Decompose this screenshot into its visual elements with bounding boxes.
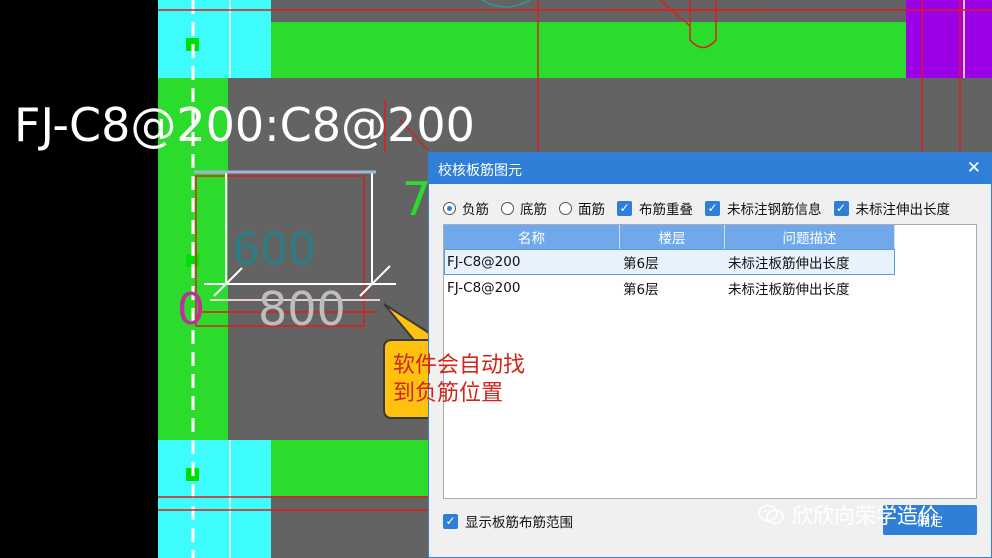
- table-row[interactable]: FJ-C8@200 第6层 未标注板筋伸出长度: [444, 275, 895, 301]
- checkbox-checked[interactable]: ✓: [833, 200, 849, 216]
- watermark-text: 欣欣向荣学造价: [792, 504, 939, 528]
- checkbox-label: 显示板筋布筋范围: [465, 515, 573, 531]
- table-row[interactable]: FJ-C8@200 第6层 未标注板筋伸出长度: [444, 249, 895, 275]
- cad-dim-600: 600: [232, 224, 316, 275]
- wechat-icon: [758, 504, 784, 525]
- callout-text: 软件会自动找 到负筋位置: [393, 352, 525, 408]
- radio-negative-rebar[interactable]: 负筋: [443, 198, 489, 218]
- checkbox-show-range[interactable]: ✓ 显示板筋布筋范围: [443, 511, 573, 531]
- checkbox-no-rebar-info[interactable]: ✓ 未标注钢筋信息: [705, 198, 822, 218]
- cad-dim-0: 0: [177, 284, 205, 335]
- cell-name: FJ-C8@200: [447, 280, 521, 296]
- column-header-issue[interactable]: 问题描述: [725, 225, 895, 249]
- dialog-title: 校核板筋图元: [438, 163, 522, 179]
- column-header-floor[interactable]: 楼层: [620, 225, 725, 249]
- checkbox-checked[interactable]: ✓: [443, 513, 458, 529]
- checkbox-no-extension-length[interactable]: ✓ 未标注伸出长度: [833, 198, 951, 218]
- radio-bottom-rebar[interactable]: 底筋: [501, 198, 547, 218]
- cell-issue: 未标注板筋伸出长度: [728, 256, 850, 272]
- filter-bar: 负筋 底筋 面筋 ✓ 布筋重叠 ✓ 未标注钢筋信息 ✓ 未标注伸出长度: [443, 197, 962, 219]
- cell-floor: 第6层: [623, 256, 659, 272]
- radio-button[interactable]: [559, 201, 572, 215]
- column-bottom: [158, 440, 271, 558]
- horizontal-beam-bottom: [270, 440, 430, 496]
- checkbox-checked[interactable]: ✓: [617, 200, 632, 216]
- close-icon[interactable]: ✕: [967, 158, 981, 178]
- radio-button[interactable]: [501, 201, 514, 215]
- cad-dim-800: 800: [258, 282, 346, 336]
- cad-main-label: FJ-C8@200:C8@200: [14, 98, 475, 152]
- watermark: 欣欣向荣学造价: [758, 500, 939, 530]
- horizontal-beam-top: [270, 22, 906, 78]
- cad-dim-7: 7: [402, 172, 432, 226]
- checkbox-label: 未标注伸出长度: [855, 202, 951, 218]
- radio-label: 底筋: [520, 202, 547, 218]
- radio-button[interactable]: [443, 201, 456, 215]
- cell-floor: 第6层: [623, 282, 659, 298]
- checkbox-overlap[interactable]: ✓ 布筋重叠: [617, 198, 693, 218]
- table-header: 名称 楼层 问题描述: [444, 225, 895, 249]
- radio-label: 负筋: [462, 202, 489, 218]
- checkbox-label: 布筋重叠: [639, 202, 693, 218]
- cell-issue: 未标注板筋伸出长度: [728, 282, 850, 298]
- dialog-titlebar[interactable]: 校核板筋图元 ✕: [429, 153, 991, 184]
- column-top: [158, 0, 271, 78]
- radio-top-rebar[interactable]: 面筋: [559, 198, 605, 218]
- cell-name: FJ-C8@200: [447, 254, 521, 270]
- wall-purple: [906, 0, 992, 78]
- checkbox-checked[interactable]: ✓: [705, 200, 720, 216]
- callout-line: 软件会自动找: [393, 353, 526, 378]
- callout-line: 到负筋位置: [393, 381, 504, 406]
- checkbox-label: 未标注钢筋信息: [727, 202, 822, 218]
- column-header-name[interactable]: 名称: [444, 225, 620, 249]
- radio-label: 面筋: [578, 202, 605, 218]
